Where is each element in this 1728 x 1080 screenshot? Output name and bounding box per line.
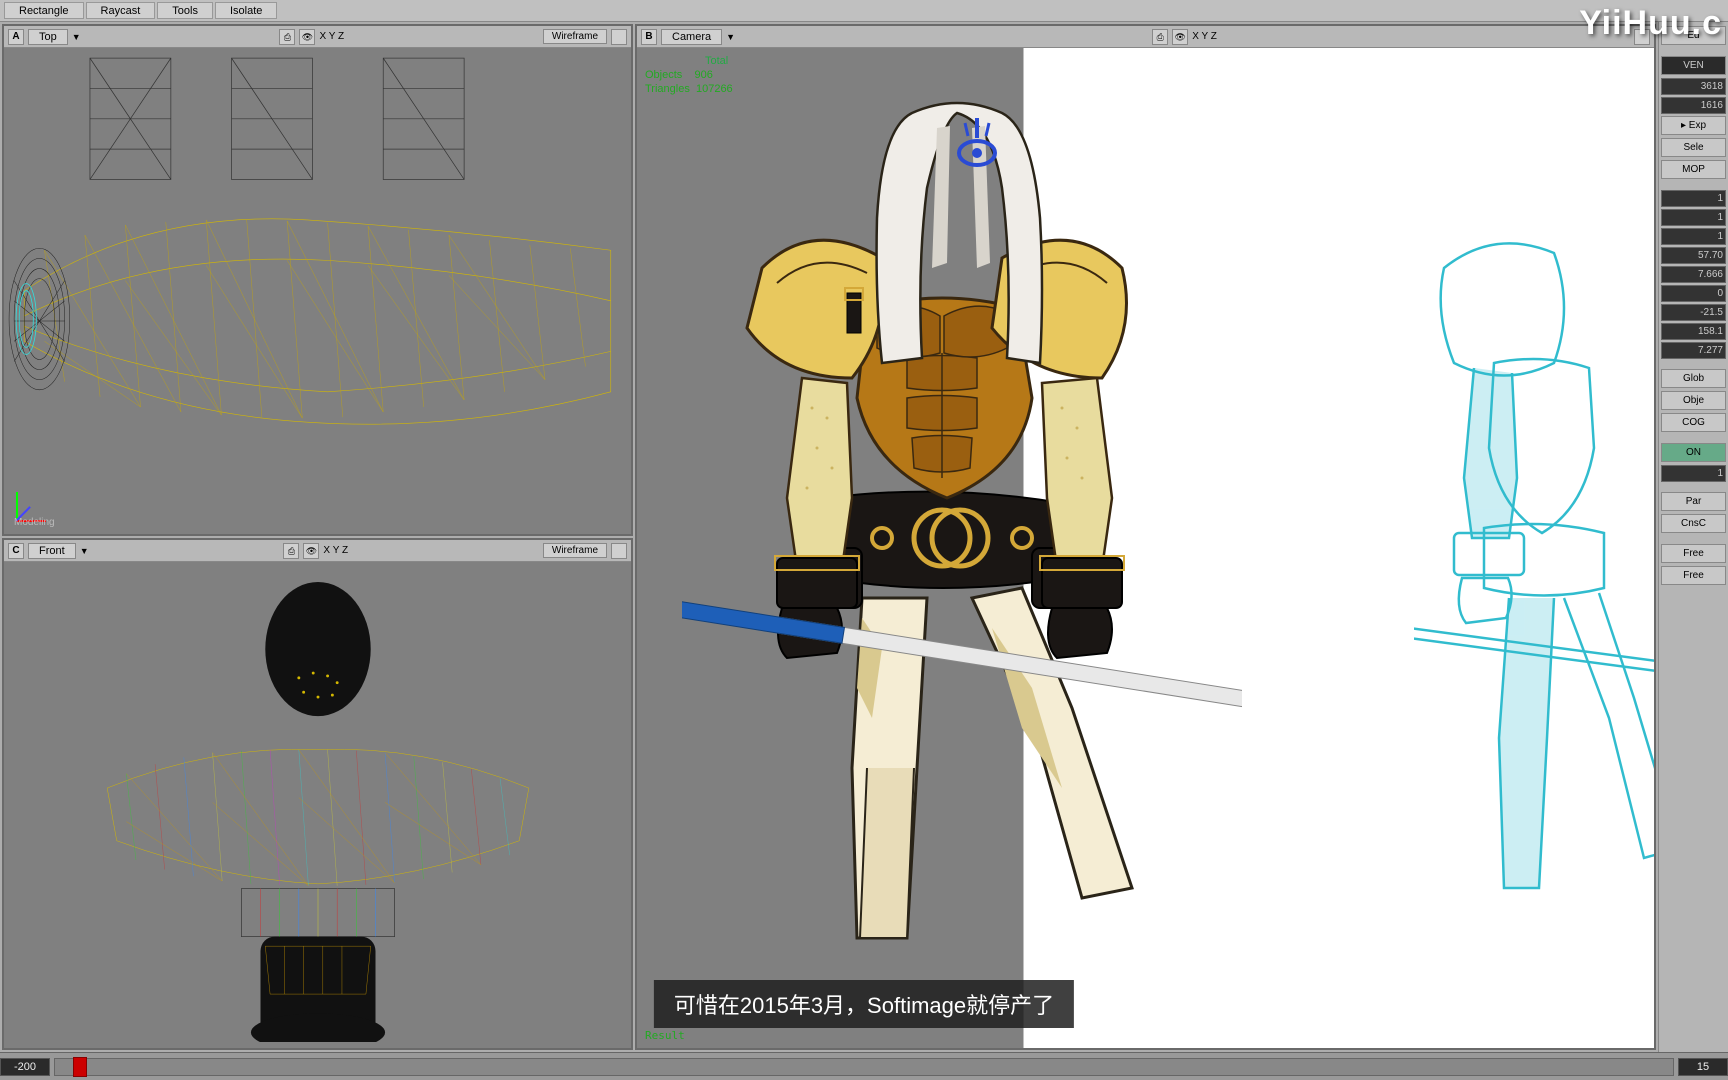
tools-button[interactable]: Tools xyxy=(157,2,213,19)
eye-icon[interactable]: 👁 xyxy=(299,29,315,45)
top-toolbar: Rectangle Raycast Tools Isolate xyxy=(0,0,1728,22)
character-render xyxy=(682,68,1242,948)
on-value[interactable]: 1 xyxy=(1661,465,1726,482)
eye-icon[interactable]: 👁 xyxy=(1172,29,1188,45)
right-viewport-col: B Camera ▼ ⎙ 👁 X Y Z Total Objects 906 T… xyxy=(635,22,1658,1052)
object-button[interactable]: Obje xyxy=(1661,391,1726,410)
freeze-button[interactable]: Free xyxy=(1661,544,1726,563)
mop-button[interactable]: MOP xyxy=(1661,160,1726,179)
timeline-end[interactable]: 15 xyxy=(1678,1058,1728,1076)
viewport-c-badge: C xyxy=(8,543,24,559)
viewport-camera[interactable]: B Camera ▼ ⎙ 👁 X Y Z Total Objects 906 T… xyxy=(635,24,1656,1050)
on-button[interactable]: ON xyxy=(1661,443,1726,462)
viewport-c-mode[interactable]: Wireframe xyxy=(543,543,607,558)
timeline-track[interactable] xyxy=(54,1058,1674,1076)
viewport-c-label[interactable]: Front xyxy=(28,543,76,559)
timeline-start[interactable]: -200 xyxy=(0,1058,50,1076)
eye-icon[interactable]: 👁 xyxy=(303,543,319,559)
viewport-b-header: B Camera ▼ ⎙ 👁 X Y Z xyxy=(637,26,1654,48)
camera-icon[interactable]: ⎙ xyxy=(283,543,299,559)
maximize-icon[interactable] xyxy=(611,543,627,559)
scale-y[interactable]: 1 xyxy=(1661,209,1726,226)
axis-gizmo xyxy=(16,482,56,522)
camera-icon[interactable]: ⎙ xyxy=(1152,29,1168,45)
timeline[interactable]: -200 15 xyxy=(0,1052,1728,1080)
isolate-button[interactable]: Isolate xyxy=(215,2,277,19)
pos-x[interactable]: -21.5 xyxy=(1661,304,1726,321)
scale-z[interactable]: 1 xyxy=(1661,228,1726,245)
viewport-a-header: A Top ▼ ⎙ 👁 X Y Z Wireframe xyxy=(4,26,631,48)
raycast-button[interactable]: Raycast xyxy=(86,2,156,19)
viewport-b-label[interactable]: Camera xyxy=(661,29,722,45)
xyz-label[interactable]: X Y Z xyxy=(319,31,344,42)
viewport-top[interactable]: A Top ▼ ⎙ 👁 X Y Z Wireframe xyxy=(2,24,633,536)
viewport-b-badge: B xyxy=(641,29,657,45)
subtitle-caption: 可惜在2015年3月，Softimage就停产了 xyxy=(654,980,1074,1028)
main-workspace: A Top ▼ ⎙ 👁 X Y Z Wireframe xyxy=(0,22,1728,1052)
viewport-a-label[interactable]: Top xyxy=(28,29,68,45)
scale-x[interactable]: 1 xyxy=(1661,190,1726,207)
field-1[interactable]: 3618 xyxy=(1661,78,1726,95)
parent-button[interactable]: Par xyxy=(1661,492,1726,511)
left-viewports: A Top ▼ ⎙ 👁 X Y Z Wireframe xyxy=(0,22,635,1052)
pos-y[interactable]: 158.1 xyxy=(1661,323,1726,340)
mode-label: Modeling xyxy=(14,517,55,528)
maximize-icon[interactable] xyxy=(611,29,627,45)
field-2[interactable]: 1616 xyxy=(1661,97,1726,114)
rectangle-button[interactable]: Rectangle xyxy=(4,2,84,19)
wireframe-top-mesh xyxy=(4,48,631,536)
explorer-button[interactable]: ▸ Exp xyxy=(1661,116,1726,135)
viewport-c-header: C Front ▼ ⎙ 👁 X Y Z Wireframe xyxy=(4,540,631,562)
pos-z[interactable]: 7.277 xyxy=(1661,342,1726,359)
xyz-label[interactable]: X Y Z xyxy=(1192,31,1217,42)
global-button[interactable]: Glob xyxy=(1661,369,1726,388)
timeline-cursor[interactable] xyxy=(73,1057,87,1077)
result-label: Result xyxy=(645,1029,685,1042)
side-panel: Ed VEN 3618 1616 ▸ Exp Sele MOP 1 1 1 57… xyxy=(1658,22,1728,1052)
select-button[interactable]: Sele xyxy=(1661,138,1726,157)
camera-icon[interactable]: ⎙ xyxy=(279,29,295,45)
viewport-a-badge: A xyxy=(8,29,24,45)
rot-y[interactable]: 7.666 xyxy=(1661,266,1726,283)
constraint-button[interactable]: CnsC xyxy=(1661,514,1726,533)
rot-x[interactable]: 57.70 xyxy=(1661,247,1726,264)
viewport-a-canvas[interactable]: Modeling xyxy=(4,48,631,534)
watermark: YiiHuu.c xyxy=(1579,4,1722,43)
character-reference xyxy=(1414,188,1656,908)
xyz-label[interactable]: X Y Z xyxy=(323,545,348,556)
viewport-a-mode[interactable]: Wireframe xyxy=(543,29,607,44)
ven-label: VEN xyxy=(1661,56,1726,75)
freeze2-button[interactable]: Free xyxy=(1661,566,1726,585)
cog-button[interactable]: COG xyxy=(1661,413,1726,432)
rot-z[interactable]: 0 xyxy=(1661,285,1726,302)
wireframe-front-mesh xyxy=(38,582,598,1042)
viewport-b-canvas[interactable]: Total Objects 906 Triangles 107266 xyxy=(637,48,1654,1048)
viewport-c-canvas[interactable] xyxy=(4,562,631,1048)
viewport-front[interactable]: C Front ▼ ⎙ 👁 X Y Z Wireframe xyxy=(2,538,633,1050)
